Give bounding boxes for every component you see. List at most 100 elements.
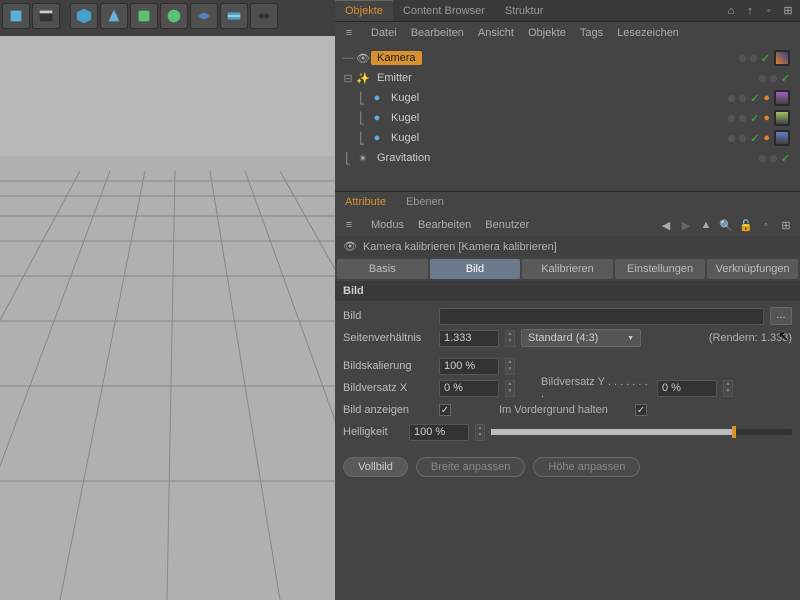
attribute-manager: Attribute Ebenen ≡ Modus Bearbeiten Benu…	[335, 192, 800, 600]
hier-item-kugel-1[interactable]: ⎣ ● Kugel ✓●	[335, 88, 800, 108]
attr-tab-layers[interactable]: Ebenen	[396, 192, 454, 214]
subtab-bild[interactable]: Bild	[430, 259, 521, 279]
label-offsety: Bildversatz Y . . . . . . . .	[541, 376, 651, 400]
spinner-brightness[interactable]: ▲▼	[475, 424, 485, 441]
spinner-aspect[interactable]: ▲▼	[505, 330, 515, 347]
label-aspect: Seitenverhältnis	[343, 332, 433, 344]
label-offsetx: Bildversatz X	[343, 382, 433, 394]
sphere-icon: ●	[369, 92, 385, 104]
browse-button[interactable]: ...	[770, 307, 792, 325]
attr-menu-edit[interactable]: Bearbeiten	[418, 219, 471, 231]
attr-tab-attribute[interactable]: Attribute	[335, 192, 396, 214]
pin-icon[interactable]: ◦	[761, 3, 777, 19]
slider-brightness[interactable]	[491, 429, 792, 435]
menu-toggle-icon[interactable]: ≡	[341, 217, 357, 233]
hier-label[interactable]: Kugel	[385, 132, 425, 144]
tag-swatch[interactable]	[774, 50, 790, 66]
search-icon[interactable]: 🔍	[718, 217, 734, 233]
tool-generator[interactable]	[160, 3, 188, 29]
material-swatch[interactable]	[774, 110, 790, 126]
tool-cube-prim[interactable]	[70, 3, 98, 29]
menu-file[interactable]: Datei	[371, 27, 397, 39]
emitter-icon: ✨	[355, 72, 371, 85]
hier-label[interactable]: Kugel	[385, 92, 425, 104]
attr-menu-mode[interactable]: Modus	[371, 219, 404, 231]
viewport-grid	[0, 36, 335, 600]
spinner-scale[interactable]: ▲▼	[505, 358, 515, 375]
lock-icon[interactable]: 🔓	[738, 217, 754, 233]
plus-icon[interactable]: ⊞	[778, 217, 794, 233]
label-render-aspect: (Rendern: 1.333)	[709, 332, 792, 344]
button-fit-width[interactable]: Breite anpassen	[416, 457, 526, 477]
spinner-offsety[interactable]: ▲▼	[723, 380, 733, 397]
sphere-icon: ●	[369, 112, 385, 124]
hier-item-kugel-2[interactable]: ⎣ ● Kugel ✓●	[335, 108, 800, 128]
fwd-icon[interactable]: ▶	[678, 217, 694, 233]
up-icon[interactable]: ↑	[742, 3, 758, 19]
input-offsety[interactable]	[657, 380, 717, 397]
subtab-settings[interactable]: Einstellungen	[615, 259, 706, 279]
subtab-basis[interactable]: Basis	[337, 259, 428, 279]
up-icon[interactable]: ▲	[698, 217, 714, 233]
hier-label[interactable]: Kugel	[385, 112, 425, 124]
material-swatch[interactable]	[774, 90, 790, 106]
label-foreground: Im Vordergrund halten	[499, 404, 629, 416]
section-header-bild: Bild	[335, 281, 800, 301]
menu-objects[interactable]: Objekte	[528, 27, 566, 39]
checkbox-show[interactable]	[439, 404, 451, 416]
menu-edit[interactable]: Bearbeiten	[411, 27, 464, 39]
label-scale: Bildskalierung	[343, 360, 433, 372]
tool-camera[interactable]	[250, 3, 278, 29]
tool-cube[interactable]	[2, 3, 30, 29]
manager-tabs: Objekte Content Browser Struktur ⌂ ↑ ◦ ⊞	[335, 0, 800, 22]
tab-structure[interactable]: Struktur	[495, 1, 554, 21]
tool-nurbs[interactable]	[130, 3, 158, 29]
right-panel: Objekte Content Browser Struktur ⌂ ↑ ◦ ⊞…	[335, 0, 800, 600]
tool-pen[interactable]	[100, 3, 128, 29]
hier-label[interactable]: Kamera	[371, 51, 422, 65]
hier-item-kamera[interactable]: — 👁 Kamera ✓	[335, 48, 800, 68]
input-aspect[interactable]	[439, 330, 499, 347]
tool-deformer[interactable]	[190, 3, 218, 29]
label-brightness: Helligkeit	[343, 426, 403, 438]
label-show: Bild anzeigen	[343, 404, 433, 416]
dropdown-aspect-preset[interactable]: Standard (4:3)	[521, 329, 641, 347]
tab-content[interactable]: Content Browser	[393, 1, 495, 21]
back-icon[interactable]: ◀	[658, 217, 674, 233]
new-icon[interactable]: ◦	[758, 217, 774, 233]
sphere-icon: ●	[369, 132, 385, 144]
menu-view[interactable]: Ansicht	[478, 27, 514, 39]
checkbox-foreground[interactable]	[635, 404, 647, 416]
calibration-icon: 👁	[343, 240, 357, 253]
hier-item-gravitation[interactable]: ⎣ ✴ Gravitation ✓	[335, 148, 800, 168]
hierarchy-tree: — 👁 Kamera ✓ ⊟ ✨ Emitter ✓ ⎣ ● Kugel ✓● …	[335, 44, 800, 192]
input-brightness[interactable]	[409, 424, 469, 441]
hier-label[interactable]: Emitter	[371, 72, 418, 84]
home-icon[interactable]: ⌂	[723, 3, 739, 19]
input-scale[interactable]	[439, 358, 499, 375]
input-bild-path[interactable]	[439, 308, 764, 325]
menu-tags[interactable]: Tags	[580, 27, 603, 39]
hier-item-emitter[interactable]: ⊟ ✨ Emitter ✓	[335, 68, 800, 88]
subtab-links[interactable]: Verknüpfungen	[707, 259, 798, 279]
hier-item-kugel-3[interactable]: ⎣ ● Kugel ✓●	[335, 128, 800, 148]
gravity-icon: ✴	[355, 152, 371, 165]
attr-menu-user[interactable]: Benutzer	[485, 219, 529, 231]
tab-objects[interactable]: Objekte	[335, 0, 393, 21]
primitives-toolbar	[0, 0, 280, 32]
plus-icon[interactable]: ⊞	[780, 3, 796, 19]
input-offsetx[interactable]	[439, 380, 499, 397]
material-swatch[interactable]	[774, 130, 790, 146]
menu-bookmarks[interactable]: Lesezeichen	[617, 27, 679, 39]
tool-environment[interactable]	[220, 3, 248, 29]
hier-label[interactable]: Gravitation	[371, 152, 436, 164]
button-fullscreen[interactable]: Vollbild	[343, 457, 408, 477]
tool-clapper[interactable]	[32, 3, 60, 29]
attr-title-text: Kamera kalibrieren [Kamera kalibrieren]	[363, 241, 557, 253]
spinner-offsetx[interactable]: ▲▼	[505, 380, 515, 397]
viewport-3d[interactable]	[0, 36, 335, 600]
subtab-calibrate[interactable]: Kalibrieren	[522, 259, 613, 279]
button-fit-height[interactable]: Höhe anpassen	[533, 457, 640, 477]
label-bild: Bild	[343, 310, 433, 322]
menu-toggle-icon[interactable]: ≡	[341, 25, 357, 41]
